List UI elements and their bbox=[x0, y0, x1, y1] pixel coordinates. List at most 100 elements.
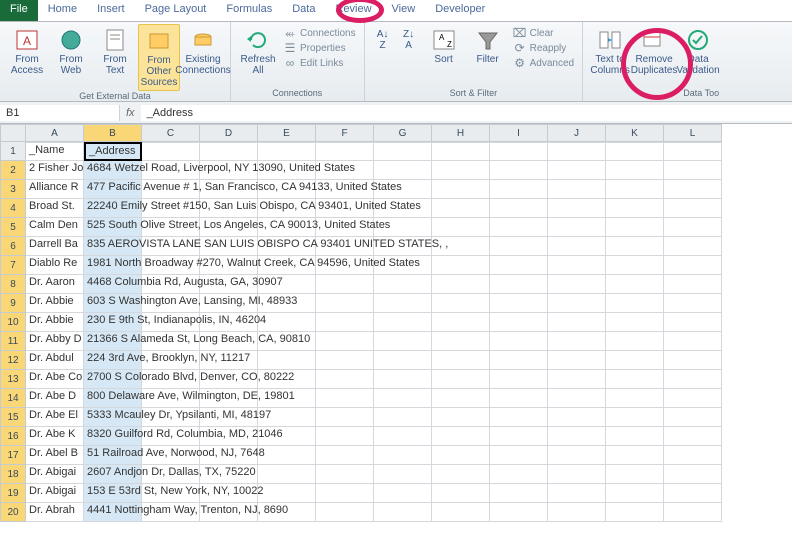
cell[interactable] bbox=[374, 275, 432, 294]
row-header[interactable]: 6 bbox=[0, 237, 26, 256]
tab-data[interactable]: Data bbox=[282, 0, 325, 21]
cell[interactable]: 153 E 53rd St, New York, NY, 10022 bbox=[84, 484, 142, 503]
tab-formulas[interactable]: Formulas bbox=[216, 0, 282, 21]
cell[interactable]: 8320 Guilford Rd, Columbia, MD, 21046 bbox=[84, 427, 142, 446]
cell[interactable]: 2607 Andjon Dr, Dallas, TX, 75220 bbox=[84, 465, 142, 484]
cell[interactable] bbox=[200, 142, 258, 161]
tab-file[interactable]: File bbox=[0, 0, 38, 21]
cell[interactable] bbox=[548, 427, 606, 446]
cell[interactable]: Dr. Abe K bbox=[26, 427, 84, 446]
from-other-sources-button[interactable]: From Other Sources bbox=[138, 24, 180, 91]
cell[interactable] bbox=[606, 256, 664, 275]
row-header[interactable]: 12 bbox=[0, 351, 26, 370]
cell[interactable] bbox=[432, 161, 490, 180]
cell[interactable] bbox=[606, 161, 664, 180]
cell[interactable]: 4684 Wetzel Road, Liverpool, NY 13090, U… bbox=[84, 161, 142, 180]
row-header[interactable]: 18 bbox=[0, 465, 26, 484]
cell[interactable]: Dr. Abigai bbox=[26, 465, 84, 484]
cell[interactable] bbox=[664, 294, 722, 313]
tab-developer[interactable]: Developer bbox=[425, 0, 495, 21]
cell[interactable] bbox=[664, 199, 722, 218]
cell[interactable] bbox=[548, 275, 606, 294]
cell[interactable]: Darrell Ba bbox=[26, 237, 84, 256]
col-header-C[interactable]: C bbox=[142, 124, 200, 142]
cell[interactable] bbox=[606, 446, 664, 465]
sort-az-button[interactable]: A↓Z bbox=[371, 24, 395, 72]
cell[interactable]: 230 E 9th St, Indianapolis, IN, 46204 bbox=[84, 313, 142, 332]
cell[interactable] bbox=[432, 427, 490, 446]
cell[interactable] bbox=[432, 370, 490, 389]
cell[interactable] bbox=[548, 256, 606, 275]
cell[interactable]: 51 Railroad Ave, Norwood, NJ, 7648 bbox=[84, 446, 142, 465]
cell[interactable]: Broad St. bbox=[26, 199, 84, 218]
cell[interactable]: _Name bbox=[26, 142, 84, 161]
cell[interactable] bbox=[490, 427, 548, 446]
cell[interactable] bbox=[258, 446, 316, 465]
cell[interactable] bbox=[606, 275, 664, 294]
cell[interactable] bbox=[548, 351, 606, 370]
cell[interactable] bbox=[548, 237, 606, 256]
cell[interactable] bbox=[316, 465, 374, 484]
cell[interactable] bbox=[258, 142, 316, 161]
cell[interactable] bbox=[548, 332, 606, 351]
cell[interactable] bbox=[606, 199, 664, 218]
cell[interactable] bbox=[664, 503, 722, 522]
cell[interactable]: Alliance R bbox=[26, 180, 84, 199]
cell[interactable] bbox=[548, 313, 606, 332]
cell[interactable] bbox=[548, 161, 606, 180]
cell[interactable]: Dr. Abbie bbox=[26, 313, 84, 332]
col-header-H[interactable]: H bbox=[432, 124, 490, 142]
cell[interactable]: 1981 North Broadway #270, Walnut Creek, … bbox=[84, 256, 142, 275]
cell[interactable] bbox=[374, 446, 432, 465]
cell[interactable] bbox=[432, 313, 490, 332]
cell[interactable] bbox=[548, 484, 606, 503]
row-header[interactable]: 19 bbox=[0, 484, 26, 503]
cell[interactable] bbox=[490, 313, 548, 332]
cell[interactable]: Dr. Abe Co bbox=[26, 370, 84, 389]
cell[interactable] bbox=[374, 294, 432, 313]
row-header[interactable]: 14 bbox=[0, 389, 26, 408]
cell[interactable] bbox=[664, 237, 722, 256]
cell[interactable] bbox=[548, 446, 606, 465]
cell[interactable] bbox=[606, 332, 664, 351]
cell[interactable] bbox=[432, 332, 490, 351]
cell[interactable]: Calm Den bbox=[26, 218, 84, 237]
cell[interactable] bbox=[316, 446, 374, 465]
cell[interactable] bbox=[490, 275, 548, 294]
cell[interactable] bbox=[664, 218, 722, 237]
col-header-G[interactable]: G bbox=[374, 124, 432, 142]
cell[interactable] bbox=[258, 465, 316, 484]
cell[interactable]: Dr. Abby D bbox=[26, 332, 84, 351]
cell[interactable] bbox=[548, 142, 606, 161]
cell[interactable]: Dr. Abrah bbox=[26, 503, 84, 522]
cell[interactable]: Dr. Abdul bbox=[26, 351, 84, 370]
text-to-columns-button[interactable]: Text to Columns bbox=[589, 24, 631, 78]
cell[interactable] bbox=[606, 389, 664, 408]
cell[interactable] bbox=[490, 237, 548, 256]
row-header[interactable]: 11 bbox=[0, 332, 26, 351]
cell[interactable] bbox=[374, 142, 432, 161]
cell[interactable]: 525 South Olive Street, Los Angeles, CA … bbox=[84, 218, 142, 237]
cell[interactable] bbox=[316, 351, 374, 370]
cell[interactable] bbox=[490, 389, 548, 408]
cell[interactable] bbox=[606, 370, 664, 389]
cell[interactable] bbox=[490, 465, 548, 484]
sort-za-button[interactable]: Z↓A bbox=[397, 24, 421, 72]
cell[interactable]: 2 Fisher Jo bbox=[26, 161, 84, 180]
cell[interactable] bbox=[490, 294, 548, 313]
cell[interactable]: 22240 Emily Street #150, San Luis Obispo… bbox=[84, 199, 142, 218]
cell[interactable] bbox=[374, 484, 432, 503]
col-header-B[interactable]: B bbox=[84, 124, 142, 142]
cell[interactable] bbox=[258, 484, 316, 503]
cell[interactable] bbox=[432, 465, 490, 484]
cell[interactable] bbox=[258, 313, 316, 332]
cell[interactable]: Dr. Abbie bbox=[26, 294, 84, 313]
cell[interactable] bbox=[490, 199, 548, 218]
existing-connections-button[interactable]: Existing Connections bbox=[182, 24, 224, 91]
row-header[interactable]: 4 bbox=[0, 199, 26, 218]
cell[interactable] bbox=[606, 465, 664, 484]
cell[interactable] bbox=[316, 275, 374, 294]
cell[interactable] bbox=[490, 351, 548, 370]
cell[interactable] bbox=[432, 142, 490, 161]
data-validation-button[interactable]: Data Validation bbox=[677, 24, 719, 78]
